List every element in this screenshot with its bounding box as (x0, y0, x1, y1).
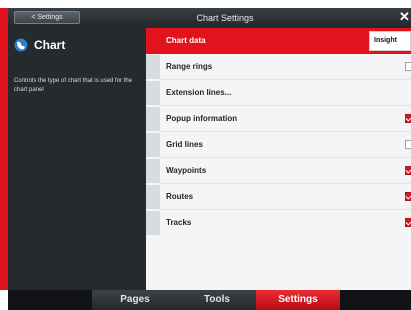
waypoints-label: Waypoints (166, 166, 207, 175)
window-title: Chart Settings (196, 13, 254, 23)
chart-data-dropdown[interactable]: Insight (369, 31, 411, 51)
range-rings-checkbox[interactable] (405, 62, 411, 71)
grid-lines-label: Grid lines (166, 140, 203, 149)
row-marker (146, 211, 160, 235)
tracks-row[interactable]: Tracks (146, 210, 411, 236)
info-panel (8, 28, 146, 290)
routes-row[interactable]: Routes (146, 184, 411, 210)
tracks-label: Tracks (166, 218, 192, 227)
popup-information-checkbox[interactable] (405, 114, 411, 123)
row-marker (146, 55, 160, 79)
range-rings-row[interactable]: Range rings (146, 54, 411, 80)
settings-list: Chart data Insight Range rings Extension… (146, 28, 411, 290)
waypoints-checkbox[interactable] (405, 166, 411, 175)
popup-information-label: Popup information (166, 114, 238, 123)
red-accent-bar (0, 8, 8, 290)
chart-data-row[interactable]: Chart data Insight (146, 28, 411, 54)
panel-description: Controls the type of chart that is used … (14, 78, 133, 93)
routes-checkbox[interactable] (405, 192, 411, 201)
chart-data-label: Chart data (166, 36, 206, 45)
extension-lines-row[interactable]: Extension lines... (146, 80, 411, 106)
row-marker (146, 159, 160, 183)
tracks-checkbox[interactable] (405, 218, 411, 227)
close-icon[interactable]: ✕ (398, 8, 411, 28)
row-marker (146, 185, 160, 209)
grid-lines-row[interactable]: Grid lines (146, 132, 411, 158)
chart-icon (14, 38, 28, 52)
grid-lines-checkbox[interactable] (405, 140, 411, 149)
row-marker (146, 133, 160, 157)
panel-title: Chart (34, 38, 66, 52)
row-marker (146, 81, 160, 105)
waypoints-row[interactable]: Waypoints (146, 158, 411, 184)
extension-lines-label: Extension lines... (166, 88, 232, 97)
tab-pages[interactable]: Pages (92, 290, 178, 310)
popup-information-row[interactable]: Popup information (146, 106, 411, 132)
chart-settings-screen: < Settings Chart Settings ✕ Chart Contro… (0, 0, 411, 310)
tab-tools[interactable]: Tools (178, 290, 256, 310)
row-marker (146, 107, 160, 131)
tab-settings[interactable]: Settings (256, 290, 340, 310)
range-rings-label: Range rings (166, 62, 213, 71)
back-to-settings-button[interactable]: < Settings (14, 11, 80, 24)
routes-label: Routes (166, 192, 194, 201)
